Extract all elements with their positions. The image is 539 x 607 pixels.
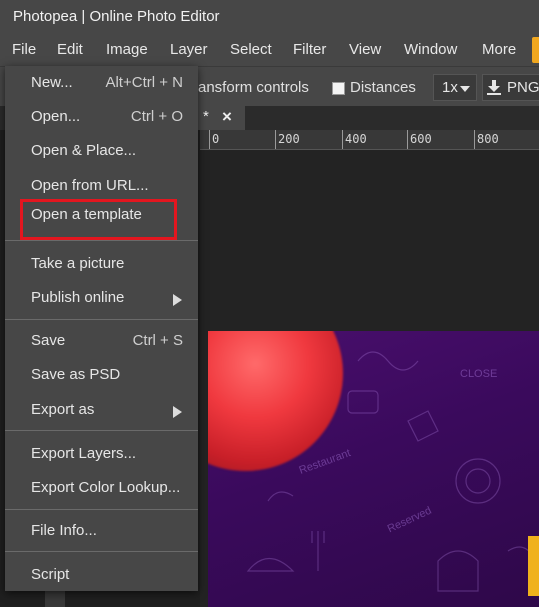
menu-window[interactable]: Window bbox=[404, 41, 457, 58]
doodle-pattern bbox=[246, 351, 534, 592]
menu-item-label: Export Color Lookup... bbox=[31, 479, 181, 496]
menu-item-export-as[interactable]: Export as bbox=[5, 395, 198, 425]
menu-bar: File Edit Image Layer Select Filter View… bbox=[0, 33, 539, 66]
submenu-arrow-icon bbox=[173, 406, 182, 418]
menu-item-file-info[interactable]: File Info... bbox=[5, 516, 198, 546]
menu-item-label: New... bbox=[31, 74, 73, 91]
ruler-tick bbox=[275, 130, 276, 149]
ruler-tick bbox=[342, 130, 343, 149]
document-canvas[interactable]: Restaurant Reserved CLOSE bbox=[208, 331, 539, 607]
vertical-ruler bbox=[45, 590, 65, 607]
menu-separator bbox=[5, 430, 198, 431]
export-format-label: PNG bbox=[507, 79, 539, 96]
window-title-bar: Photopea | Online Photo Editor bbox=[0, 0, 539, 33]
menu-item-label: Save as PSD bbox=[31, 366, 121, 383]
menu-edit[interactable]: Edit bbox=[57, 41, 83, 58]
menu-item-shortcut: Ctrl + O bbox=[130, 108, 183, 125]
menu-item-label: Export as bbox=[31, 401, 95, 418]
menu-separator bbox=[5, 319, 198, 320]
distances-label[interactable]: Distances bbox=[350, 79, 416, 96]
menu-item-new[interactable]: New... Alt+Ctrl + N bbox=[5, 68, 198, 98]
menu-separator bbox=[5, 551, 198, 552]
zoom-select[interactable]: 1x bbox=[433, 74, 477, 101]
menu-item-label: Take a picture bbox=[31, 255, 125, 272]
ruler-tick bbox=[407, 130, 408, 149]
menu-more[interactable]: More bbox=[482, 41, 516, 58]
ruler-label: 600 bbox=[410, 132, 432, 146]
menu-item-open-from-url[interactable]: Open from URL... bbox=[5, 171, 198, 201]
menu-item-label: Save bbox=[31, 332, 66, 349]
ruler-tick bbox=[474, 130, 475, 149]
menu-view[interactable]: View bbox=[349, 41, 381, 58]
menu-file[interactable]: File bbox=[12, 41, 36, 58]
ruler-label: 400 bbox=[345, 132, 367, 146]
menu-item-shortcut: Ctrl + S bbox=[132, 332, 183, 349]
menu-item-label: Publish online bbox=[31, 289, 125, 306]
menu-item-label: File Info... bbox=[31, 522, 97, 539]
ruler-label: 0 bbox=[212, 132, 220, 146]
unsaved-marker: * bbox=[203, 108, 209, 125]
chevron-down-icon bbox=[460, 86, 470, 92]
menu-item-script[interactable]: Script bbox=[5, 560, 198, 590]
ruler-label: 200 bbox=[278, 132, 300, 146]
menu-item-save-as-psd[interactable]: Save as PSD bbox=[5, 360, 198, 390]
highlight-box bbox=[20, 199, 177, 240]
menu-filter[interactable]: Filter bbox=[293, 41, 326, 58]
menu-select[interactable]: Select bbox=[230, 41, 272, 58]
file-menu-dropdown: New... Alt+Ctrl + N Open... Ctrl + O Ope… bbox=[5, 66, 198, 591]
ruler-tick bbox=[209, 130, 210, 149]
menu-item-publish-online[interactable]: Publish online bbox=[5, 283, 198, 313]
export-png-button[interactable]: PNG bbox=[482, 74, 539, 101]
account-button[interactable] bbox=[532, 37, 539, 63]
menu-separator bbox=[5, 509, 198, 510]
window-title: Photopea | Online Photo Editor bbox=[13, 8, 220, 25]
close-icon[interactable]: × bbox=[222, 107, 232, 127]
menu-separator bbox=[5, 240, 198, 241]
download-icon bbox=[487, 80, 501, 95]
menu-item-open[interactable]: Open... Ctrl + O bbox=[5, 102, 198, 132]
menu-item-take-picture[interactable]: Take a picture bbox=[5, 249, 198, 279]
menu-item-open-and-place[interactable]: Open & Place... bbox=[5, 136, 198, 166]
zoom-value: 1x bbox=[442, 79, 458, 96]
distances-checkbox[interactable] bbox=[332, 82, 345, 95]
yellow-graphic-edge bbox=[528, 536, 539, 596]
ruler-label: 800 bbox=[477, 132, 499, 146]
menu-item-label: Open from URL... bbox=[31, 177, 149, 194]
menu-item-label: Script bbox=[31, 566, 70, 583]
menu-image[interactable]: Image bbox=[106, 41, 148, 58]
menu-item-export-color-lookup[interactable]: Export Color Lookup... bbox=[5, 473, 198, 503]
submenu-arrow-icon bbox=[173, 294, 182, 306]
menu-item-shortcut: Alt+Ctrl + N bbox=[105, 74, 183, 91]
menu-item-label: Open & Place... bbox=[31, 142, 137, 159]
menu-item-label: Open... bbox=[31, 108, 81, 125]
transform-controls-label[interactable]: ansform controls bbox=[198, 79, 309, 96]
menu-item-export-layers[interactable]: Export Layers... bbox=[5, 439, 198, 469]
menu-layer[interactable]: Layer bbox=[170, 41, 208, 58]
menu-item-label: Export Layers... bbox=[31, 445, 137, 462]
horizontal-ruler: 0 200 400 600 800 bbox=[200, 130, 539, 150]
menu-item-save[interactable]: Save Ctrl + S bbox=[5, 326, 198, 356]
